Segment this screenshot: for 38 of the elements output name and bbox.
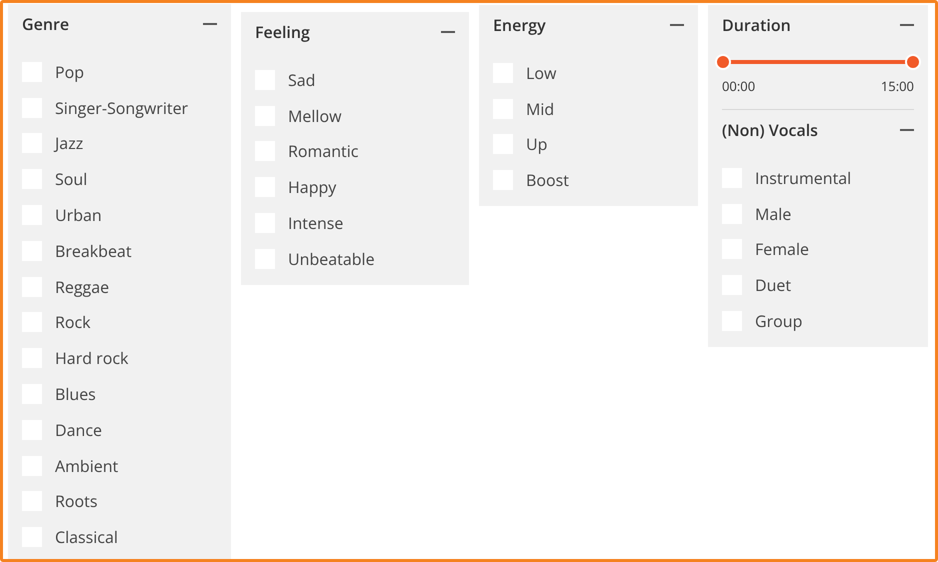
option-label: Female bbox=[755, 238, 809, 260]
option-label: Classical bbox=[55, 526, 118, 548]
section-title: Feeling bbox=[255, 21, 310, 43]
option-label: Male bbox=[755, 202, 792, 225]
max-duration: 15:00 bbox=[880, 77, 914, 95]
option-label: Mid bbox=[526, 98, 554, 120]
option-label: Urban bbox=[55, 204, 102, 226]
option-label: Breakbeat bbox=[55, 240, 132, 262]
option-label: Happy bbox=[288, 176, 336, 198]
option-label: Low bbox=[526, 62, 556, 84]
option-label: Reggae bbox=[55, 276, 110, 298]
option-label: Instrumental bbox=[755, 166, 852, 189]
option-label: Soul bbox=[55, 168, 88, 190]
slider-handle[interactable] bbox=[905, 54, 921, 70]
option-label: Boost bbox=[526, 169, 569, 192]
option-label: Singer-Songwriter bbox=[55, 96, 188, 119]
option-label: Up bbox=[526, 133, 548, 156]
section-title: Genre bbox=[22, 13, 70, 35]
section-title: Duration bbox=[722, 14, 791, 36]
option-label: Pop bbox=[55, 60, 84, 83]
option-label: Dance bbox=[55, 418, 102, 441]
option-label: Jazz bbox=[55, 132, 84, 154]
option-label: Duet bbox=[755, 274, 792, 296]
option-label: Hard rock bbox=[55, 347, 128, 370]
option-label: Ambient bbox=[55, 454, 118, 477]
option-label: Unbeatable bbox=[288, 248, 375, 270]
section-title: (Non) Vocals bbox=[722, 119, 818, 141]
section-title: Energy bbox=[493, 14, 546, 36]
option-label: Blues bbox=[55, 383, 96, 406]
option-label: Romantic bbox=[288, 140, 358, 162]
option-label: Sad bbox=[288, 68, 316, 91]
option-label: Rock bbox=[55, 311, 91, 334]
min-duration: 00:00 bbox=[722, 77, 756, 95]
option-label: Group bbox=[755, 310, 802, 332]
slider-handle[interactable] bbox=[715, 54, 731, 70]
option-label: Intense bbox=[288, 212, 344, 234]
option-label: Mellow bbox=[288, 104, 342, 127]
option-label: Roots bbox=[55, 490, 98, 512]
